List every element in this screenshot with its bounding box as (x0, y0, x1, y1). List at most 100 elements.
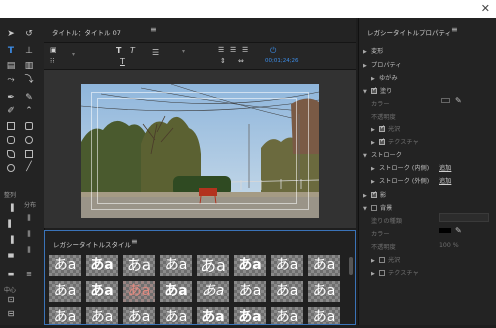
inner-stroke-row[interactable]: ▶ ストローク (内側) (371, 163, 429, 172)
style-swatch[interactable]: あa (308, 307, 340, 325)
align-middle-icon[interactable]: ▬ (4, 268, 18, 280)
bg-sheen-checkbox[interactable] (379, 257, 385, 263)
arc-tool-icon[interactable] (25, 150, 33, 158)
pen-tool-icon[interactable]: ✒ (4, 92, 18, 104)
distribute-middle-icon[interactable]: ≡ (22, 268, 36, 280)
style-swatch[interactable]: あa (308, 281, 340, 302)
title-properties-tab[interactable]: レガシータイトルプロパティ (367, 27, 451, 37)
wedge-tool-icon[interactable] (7, 150, 15, 158)
ellipse-tool-icon[interactable] (7, 164, 15, 172)
style-swatch[interactable]: あa (271, 255, 303, 276)
style-swatch[interactable]: あa (197, 255, 229, 276)
distort-section[interactable]: ▶ ゆがみ (371, 73, 398, 82)
tab-stops-icon[interactable]: ☰ (152, 48, 159, 57)
roll-crawl-icon[interactable]: ⁝⁝ (50, 57, 54, 65)
background-checkbox[interactable] (371, 205, 377, 211)
line-tool-icon[interactable]: ╱ (22, 161, 36, 173)
background-section[interactable]: ▼ 背景 (363, 203, 392, 212)
style-swatch[interactable]: あa (234, 307, 266, 325)
add-inner-stroke-link[interactable]: 追加 (439, 163, 451, 172)
style-swatch[interactable]: あa (49, 307, 81, 325)
eyedropper-icon[interactable]: ✎ (455, 96, 462, 105)
underline-icon[interactable]: T (120, 57, 125, 66)
bg-sheen-row[interactable]: ▶ 光沢 (371, 255, 400, 264)
style-swatch[interactable]: あa (49, 281, 81, 302)
title-editor-menu-icon[interactable]: ≡ (150, 25, 157, 34)
style-swatch[interactable]: あa (271, 307, 303, 325)
timecode[interactable]: 00;01;24;26 (265, 58, 299, 64)
delete-anchor-tool-icon[interactable]: ✐ (4, 105, 18, 117)
vertical-path-type-tool-icon[interactable]: ⤵ (22, 74, 36, 86)
leading-icon[interactable]: ⇕ (220, 57, 226, 65)
style-swatch[interactable]: あa (86, 307, 118, 325)
rectangle-tool-icon[interactable] (7, 122, 15, 130)
align-right-icon[interactable]: ▐ (4, 234, 18, 246)
fill-color-swatch[interactable] (441, 98, 450, 105)
italic-icon[interactable]: T (130, 46, 135, 55)
align-center-icon[interactable]: ▌ (4, 218, 18, 230)
show-background-video-icon[interactable]: ⏻ (270, 46, 276, 56)
shadow-section[interactable]: ▶影 (363, 190, 386, 199)
sheen-checkbox[interactable] (379, 124, 385, 132)
style-swatch[interactable]: あa (234, 281, 266, 302)
fill-type-dropdown[interactable] (439, 213, 489, 222)
bg-eyedropper-icon[interactable]: ✎ (455, 226, 462, 235)
bg-texture-row[interactable]: ▶ テクスチャ (371, 268, 419, 277)
title-styles-menu-icon[interactable]: ≡ (131, 237, 138, 246)
shadow-checkbox[interactable] (371, 190, 377, 198)
transform-section[interactable]: ▶ 変形 (363, 46, 383, 55)
style-swatch[interactable]: あa (234, 255, 266, 276)
title-editor-tab[interactable]: タイトル：タイトル 07 (52, 27, 121, 37)
type-tool-icon[interactable]: T (4, 45, 18, 57)
bg-opacity-value[interactable]: 100 % (439, 242, 459, 249)
clipped-rect-tool-icon[interactable] (25, 136, 33, 144)
title-canvas[interactable] (44, 70, 356, 228)
style-swatch[interactable]: あa (160, 307, 192, 325)
align-text-center-icon[interactable]: ☰ (230, 46, 236, 54)
center-horizontal-icon[interactable]: ⊡ (4, 294, 18, 306)
bg-color-swatch[interactable] (439, 228, 451, 235)
style-swatch[interactable]: あa (86, 255, 118, 276)
area-type-tool-icon[interactable]: ▤ (4, 60, 18, 72)
align-text-right-icon[interactable]: ☰ (242, 46, 248, 54)
bold-icon[interactable]: T (116, 46, 121, 55)
fill-texture-row[interactable]: ▶ テクスチャ (371, 137, 419, 146)
style-swatch[interactable]: あa (197, 281, 229, 302)
add-outer-stroke-link[interactable]: 追加 (439, 176, 451, 185)
add-anchor-tool-icon[interactable]: ✎ (22, 92, 36, 104)
bg-texture-checkbox[interactable] (379, 270, 385, 276)
style-swatch-selected[interactable]: あa (123, 281, 155, 302)
style-swatch[interactable]: あa (86, 281, 118, 302)
fill-sheen-row[interactable]: ▶ 光沢 (371, 124, 400, 133)
title-properties-menu-icon[interactable]: ≡ (451, 25, 458, 34)
align-left-icon[interactable]: ▐ (4, 202, 18, 214)
fill-section[interactable]: ▼ 塗り (363, 86, 392, 95)
outer-stroke-row[interactable]: ▶ ストローク (外側) (371, 176, 429, 185)
style-swatch[interactable]: あa (49, 255, 81, 276)
style-swatch[interactable]: あa (308, 255, 340, 276)
vertical-area-type-tool-icon[interactable]: ▥ (22, 60, 36, 72)
kerning-icon[interactable]: ⇔ (238, 57, 244, 65)
styles-scrollbar[interactable] (349, 257, 353, 275)
convert-anchor-tool-icon[interactable]: ⌃ (22, 105, 36, 117)
style-swatch[interactable]: あa (197, 307, 229, 325)
style-swatch[interactable]: あa (123, 255, 155, 276)
properties-section[interactable]: ▶ プロパティ (363, 60, 402, 69)
strokes-section[interactable]: ▼ ストローク (363, 150, 402, 159)
style-swatch[interactable]: あa (160, 281, 192, 302)
font-size-dropdown[interactable]: ▾ (182, 48, 185, 55)
style-swatch[interactable]: あa (160, 255, 192, 276)
align-text-left-icon[interactable]: ☰ (218, 46, 224, 54)
close-icon[interactable]: ✕ (481, 2, 490, 15)
style-swatch[interactable]: あa (271, 281, 303, 302)
new-title-icon[interactable]: ▣ (50, 46, 57, 54)
distribute-right-icon[interactable]: ⫼ (22, 244, 36, 256)
rotate-tool-icon[interactable]: ↺ (22, 28, 36, 40)
font-family-dropdown[interactable]: ▾ (72, 51, 75, 58)
distribute-center-icon[interactable]: ⫼ (22, 228, 36, 240)
rounded-corner-rect-tool-icon[interactable] (25, 122, 33, 130)
selection-tool-icon[interactable]: ➤ (4, 28, 18, 40)
vertical-type-tool-icon[interactable]: ⊥ (22, 45, 36, 57)
texture-checkbox[interactable] (379, 137, 385, 145)
title-styles-tab[interactable]: レガシータイトルスタイル (53, 239, 131, 249)
